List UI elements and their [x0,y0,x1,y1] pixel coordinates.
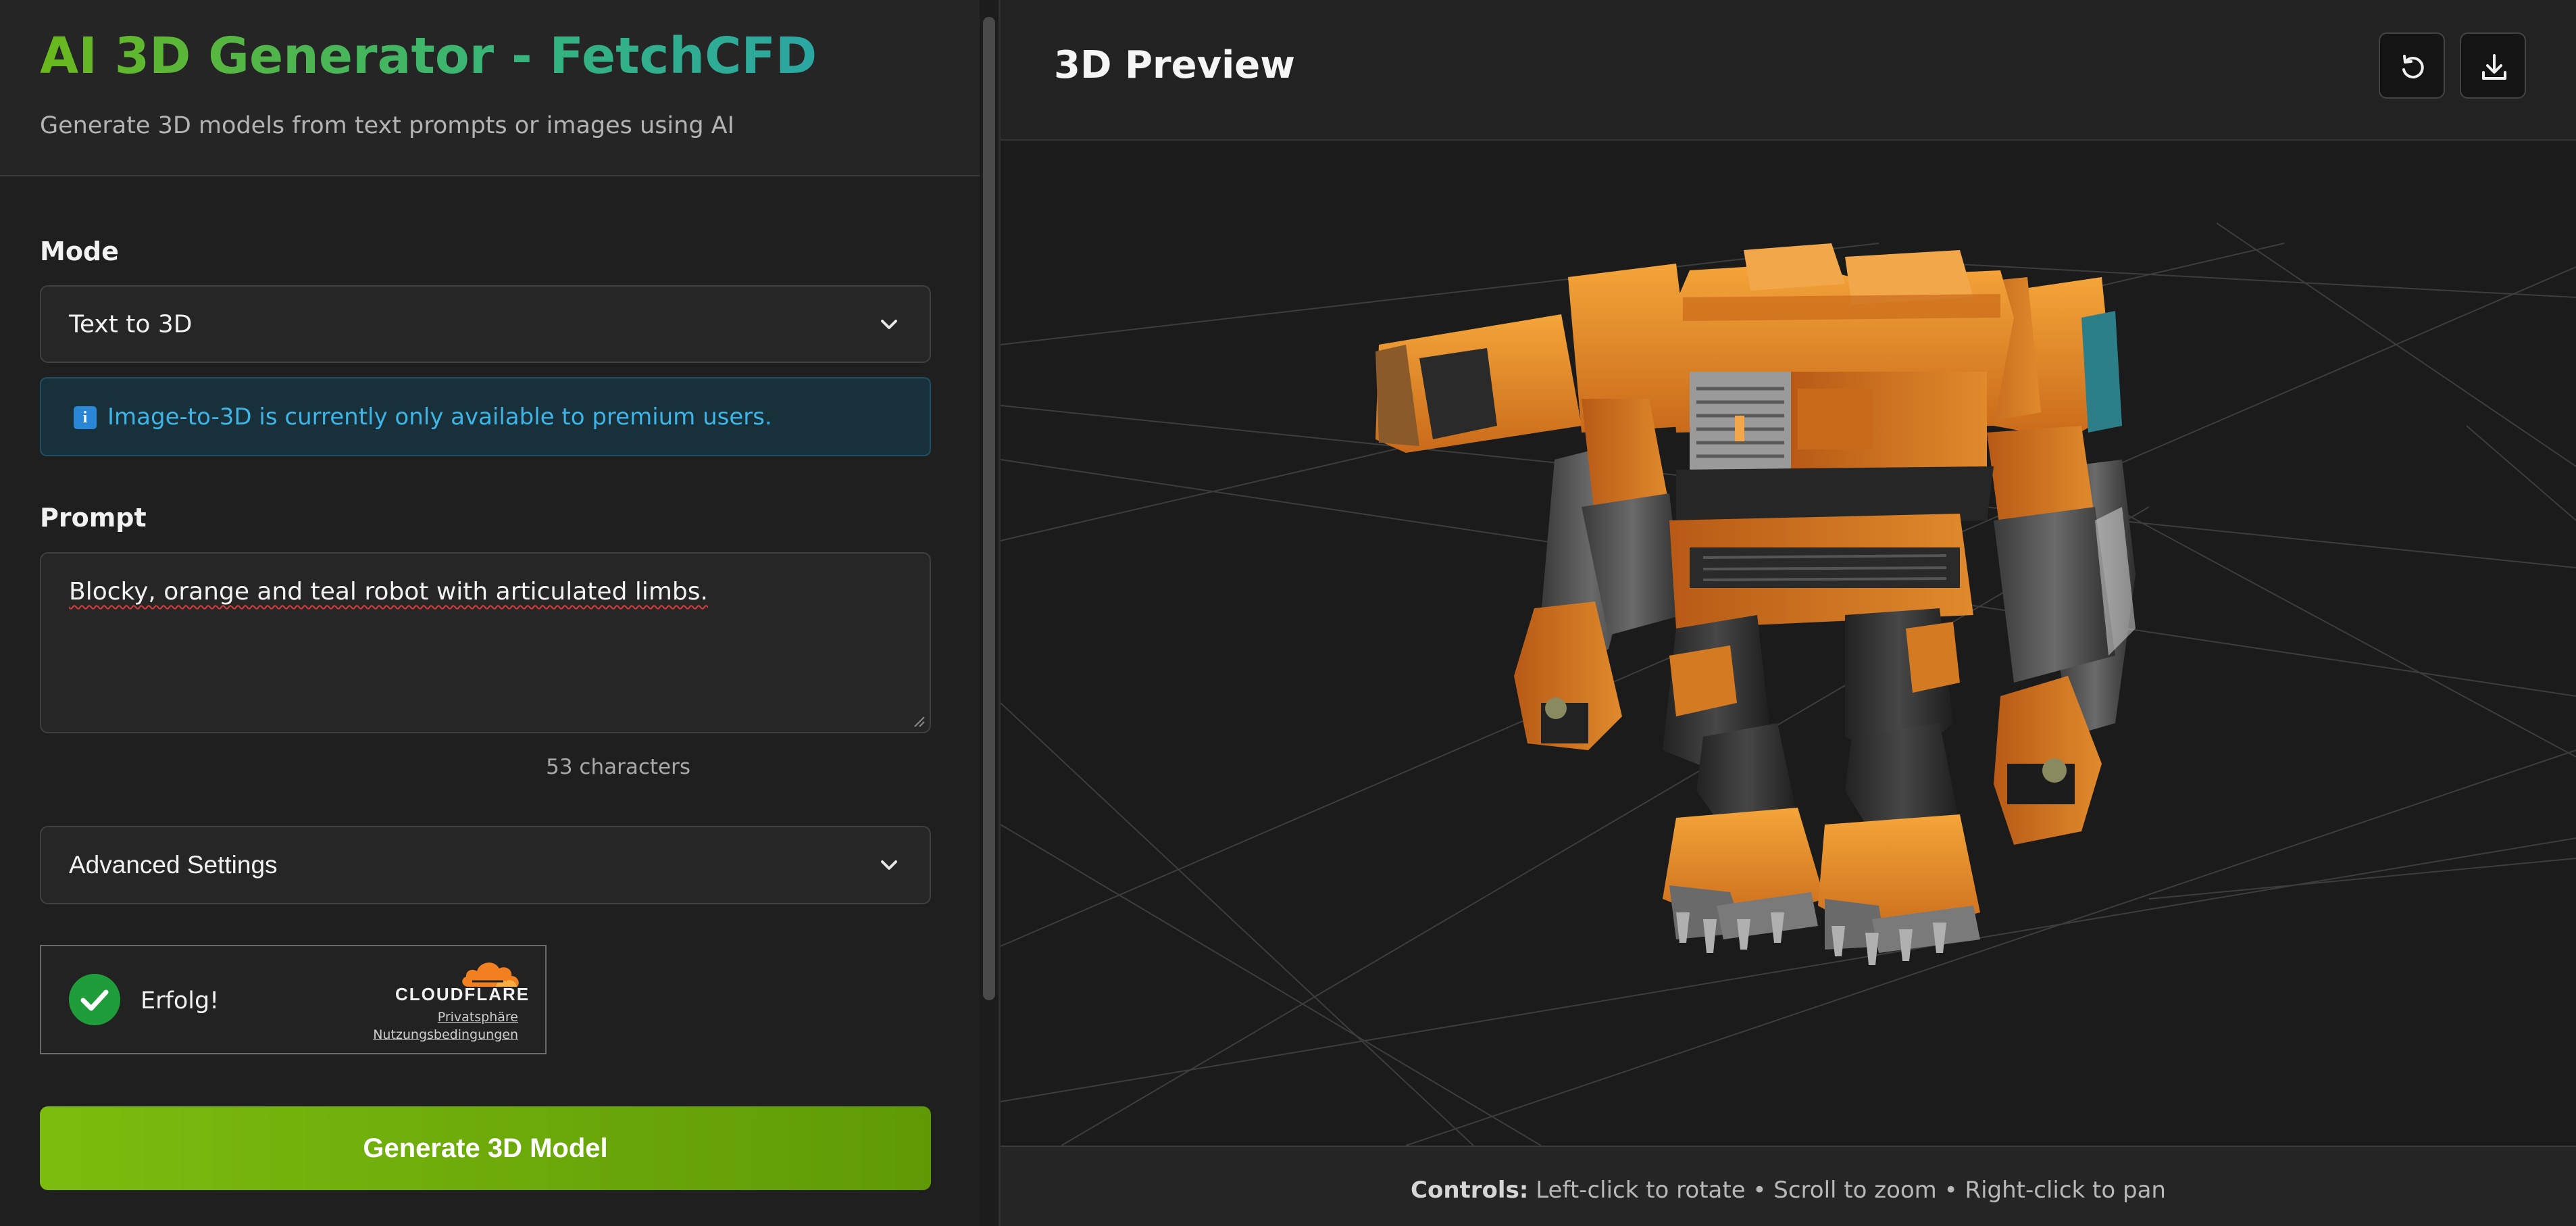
cloudflare-turnstile[interactable]: Erfolg! CLOUDFLARE Privatsphäre Nutzungs… [40,945,547,1054]
robot-model [1375,243,2136,965]
mode-select[interactable]: Text to 3D [40,285,931,363]
chevron-down-icon [881,319,897,329]
download-button[interactable] [2460,32,2526,99]
3d-scene[interactable] [1001,142,2576,1146]
preview-header: 3D Preview [1001,0,2576,141]
mode-select-value: Text to 3D [69,310,193,338]
prompt-textarea[interactable]: Blocky, orange and teal robot with artic… [40,552,931,733]
terms-link[interactable]: Nutzungsbedingungen [373,1027,518,1042]
3d-viewport[interactable] [1001,142,2576,1146]
preview-panel: 3D Preview Controls: Left-click to rotat… [1001,0,2576,1226]
preview-title: 3D Preview [1054,43,1295,87]
sidebar-scrollbar-thumb[interactable] [983,17,995,1000]
prompt-text: Blocky, orange and teal robot with artic… [69,578,708,606]
privacy-link[interactable]: Privatsphäre [438,1010,518,1025]
captcha-status: Erfolg! [141,987,220,1014]
controls-hint: Controls: Left-click to rotate • Scroll … [1001,1177,2576,1204]
generator-sidebar: AI 3D Generator - FetchCFD Generate 3D m… [0,0,984,1226]
advanced-settings-toggle[interactable]: Advanced Settings [40,826,931,904]
resize-handle-icon[interactable] [912,714,926,728]
download-icon [2482,54,2506,80]
prompt-label: Prompt [40,503,147,533]
controls-label: Controls: [1411,1177,1529,1204]
premium-notice-text: Image-to-3D is currently only available … [107,403,772,431]
advanced-settings-label: Advanced Settings [69,851,278,879]
generate-button[interactable]: Generate 3D Model [40,1106,931,1190]
mode-label: Mode [40,237,119,266]
premium-notice: i Image-to-3D is currently only availabl… [40,377,931,456]
sidebar-header: AI 3D Generator - FetchCFD Generate 3D m… [0,0,984,176]
chevron-down-icon [881,860,897,870]
app-title: AI 3D Generator - FetchCFD [40,27,817,85]
reset-view-icon [2402,55,2424,79]
info-icon: i [74,406,97,429]
app-subtitle: Generate 3D models from text prompts or … [40,112,734,139]
reset-view-button[interactable] [2379,32,2445,99]
controls-text: Left-click to rotate • Scroll to zoom • … [1528,1177,2166,1204]
success-check-icon [69,974,120,1025]
cloudflare-brand: CLOUDFLARE [395,984,530,1004]
prompt-char-count: 53 characters [546,755,690,779]
controls-hint-bar: Controls: Left-click to rotate • Scroll … [1001,1146,2576,1226]
